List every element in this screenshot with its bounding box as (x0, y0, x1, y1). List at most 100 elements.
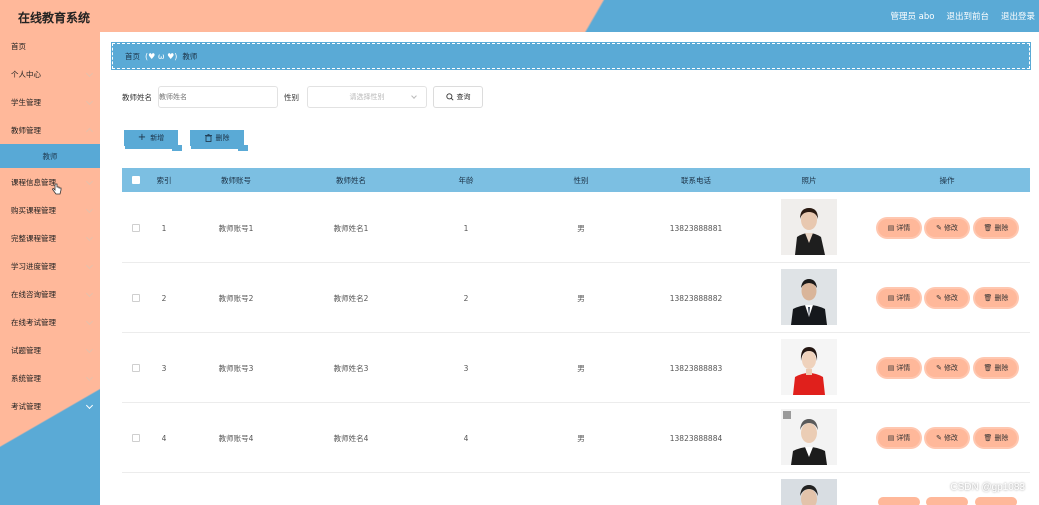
cell-gender: 男 (577, 363, 585, 373)
row-checkbox[interactable] (132, 403, 140, 473)
add-button[interactable]: + 新增 (124, 130, 182, 151)
delete-button[interactable]: 🗑 删除 (975, 429, 1017, 447)
sidebar-item-questions[interactable]: 试题管理 (0, 336, 100, 364)
delete-button[interactable]: 🗑 删除 (975, 359, 1017, 377)
cell-account: 教师账号2 (218, 293, 254, 303)
delete-button-partial[interactable] (975, 497, 1017, 505)
sidebar-item-profile[interactable]: 个人中心 (0, 60, 100, 88)
chevron-down-icon (85, 289, 94, 298)
trash-icon: 🗑 (983, 224, 993, 232)
teacher-photo[interactable] (781, 409, 837, 465)
sidebar-item-label: 考试管理 (11, 401, 41, 411)
gender-select-placeholder: 请选择性别 (349, 93, 385, 101)
sidebar-item-progress[interactable]: 学习进度管理 (0, 252, 100, 280)
sidebar-item-teachers[interactable]: 教师管理 (0, 116, 100, 144)
detail-button[interactable]: ▤ 详情 (878, 219, 920, 237)
detail-label: 详情 (896, 224, 911, 232)
edit-icon: ✎ (936, 294, 942, 302)
delete-label: 删除 (994, 434, 1009, 442)
chevron-down-icon (85, 345, 94, 354)
cell-account: 教师账号1 (218, 223, 254, 233)
detail-button[interactable]: ▤ 详情 (878, 429, 920, 447)
sidebar-item-purchase-course[interactable]: 购买课程管理 (0, 196, 100, 224)
cell-account: 教师账号3 (218, 363, 254, 373)
edit-label: 修改 (943, 294, 958, 302)
cell-age: 1 (463, 223, 469, 233)
row-checkbox[interactable] (132, 193, 140, 263)
trash-icon: 🗑 (983, 294, 993, 302)
teacher-photo[interactable] (781, 339, 837, 395)
edit-button[interactable]: ✎ 修改 (926, 219, 968, 237)
sidebar-item-label: 教师管理 (11, 125, 41, 135)
cell-age: 3 (463, 363, 469, 373)
breadcrumb-home[interactable]: 首页 (125, 51, 140, 62)
table-header: 索引 教师账号 教师姓名 年龄 性别 联系电话 照片 操作 (122, 168, 1030, 192)
sidebar-item-label: 系统管理 (11, 373, 41, 383)
sidebar-item-course-info[interactable]: 课程信息管理 (0, 168, 100, 196)
admin-label[interactable]: 管理员 abo (890, 10, 934, 22)
header-name: 教师姓名 (336, 175, 366, 185)
sidebar-item-system[interactable]: 系统管理 (0, 364, 100, 392)
cell-gender: 男 (577, 433, 585, 443)
cell-name: 教师姓名3 (333, 363, 369, 373)
teacher-photo[interactable] (781, 199, 837, 255)
detail-label: 详情 (896, 434, 911, 442)
gender-label: 性别 (284, 92, 299, 102)
edit-button[interactable]: ✎ 修改 (926, 359, 968, 377)
detail-button-partial[interactable] (878, 497, 920, 505)
sidebar-subitem-teacher[interactable]: 教师 (0, 144, 100, 168)
chevron-down-icon (85, 401, 94, 410)
detail-label: 详情 (896, 294, 911, 302)
edit-icon: ✎ (936, 434, 942, 442)
select-all-checkbox[interactable] (132, 168, 140, 192)
batch-delete-button[interactable]: 删除 (190, 130, 248, 151)
cell-gender: 男 (577, 293, 585, 303)
sidebar-item-full-course[interactable]: 完整课程管理 (0, 224, 100, 252)
query-button[interactable]: 查询 (433, 86, 483, 108)
row-checkbox[interactable] (132, 263, 140, 333)
cell-age: 2 (463, 293, 469, 303)
person-photo-image (781, 339, 837, 395)
detail-button[interactable]: ▤ 详情 (878, 289, 920, 307)
gender-select[interactable]: 请选择性别 (307, 86, 427, 108)
edit-button[interactable]: ✎ 修改 (926, 289, 968, 307)
sidebar-item-exams[interactable]: 考试管理 (0, 392, 100, 420)
row-checkbox[interactable] (132, 333, 140, 403)
cell-index: 2 (161, 293, 167, 303)
chevron-down-icon (85, 205, 94, 214)
cell-name: 教师姓名4 (333, 433, 369, 443)
header-actions: 操作 (939, 175, 955, 185)
sidebar-item-label: 首页 (11, 41, 26, 51)
edit-button-partial[interactable] (926, 497, 968, 505)
sidebar-item-consult[interactable]: 在线咨询管理 (0, 280, 100, 308)
person-photo-image (781, 269, 837, 325)
exit-frontend-link[interactable]: 退出到前台 (946, 10, 989, 22)
sidebar-item-label: 购买课程管理 (11, 205, 56, 215)
sidebar-item-label: 试题管理 (11, 345, 41, 355)
delete-button[interactable]: 🗑 删除 (975, 289, 1017, 307)
edit-label: 修改 (943, 364, 958, 372)
sidebar-item-home[interactable]: 首页 (0, 32, 100, 60)
cell-phone: 13823888884 (669, 433, 723, 443)
teacher-name-input[interactable] (158, 86, 278, 108)
table-row: 3 教师账号3 教师姓名3 3 男 13823888883 ▤ 详情 ✎ 修改 🗑 删… (122, 333, 1030, 403)
teacher-photo[interactable] (781, 479, 837, 505)
header-age: 年龄 (458, 175, 474, 185)
checkbox-box (132, 176, 140, 184)
breadcrumb-separator: (♥ ω ♥) (145, 51, 178, 61)
cell-age: 4 (463, 433, 469, 443)
sidebar: 首页 个人中心 学生管理 教师管理 教师 课程信息管理 购买课程管理 完整课程管… (0, 32, 100, 505)
detail-icon: ▤ (887, 294, 895, 302)
teacher-photo[interactable] (781, 269, 837, 325)
delete-button[interactable]: 🗑 删除 (975, 219, 1017, 237)
trash-icon: 🗑 (983, 364, 993, 372)
logout-link[interactable]: 退出登录 (1001, 10, 1035, 22)
edit-button[interactable]: ✎ 修改 (926, 429, 968, 447)
sidebar-item-label: 个人中心 (11, 69, 41, 79)
detail-button[interactable]: ▤ 详情 (878, 359, 920, 377)
chevron-down-icon (85, 97, 94, 106)
sidebar-item-online-exam[interactable]: 在线考试管理 (0, 308, 100, 336)
breadcrumb: 首页 (♥ ω ♥) 教师 (111, 42, 1031, 70)
chevron-down-icon (85, 69, 94, 78)
sidebar-item-students[interactable]: 学生管理 (0, 88, 100, 116)
